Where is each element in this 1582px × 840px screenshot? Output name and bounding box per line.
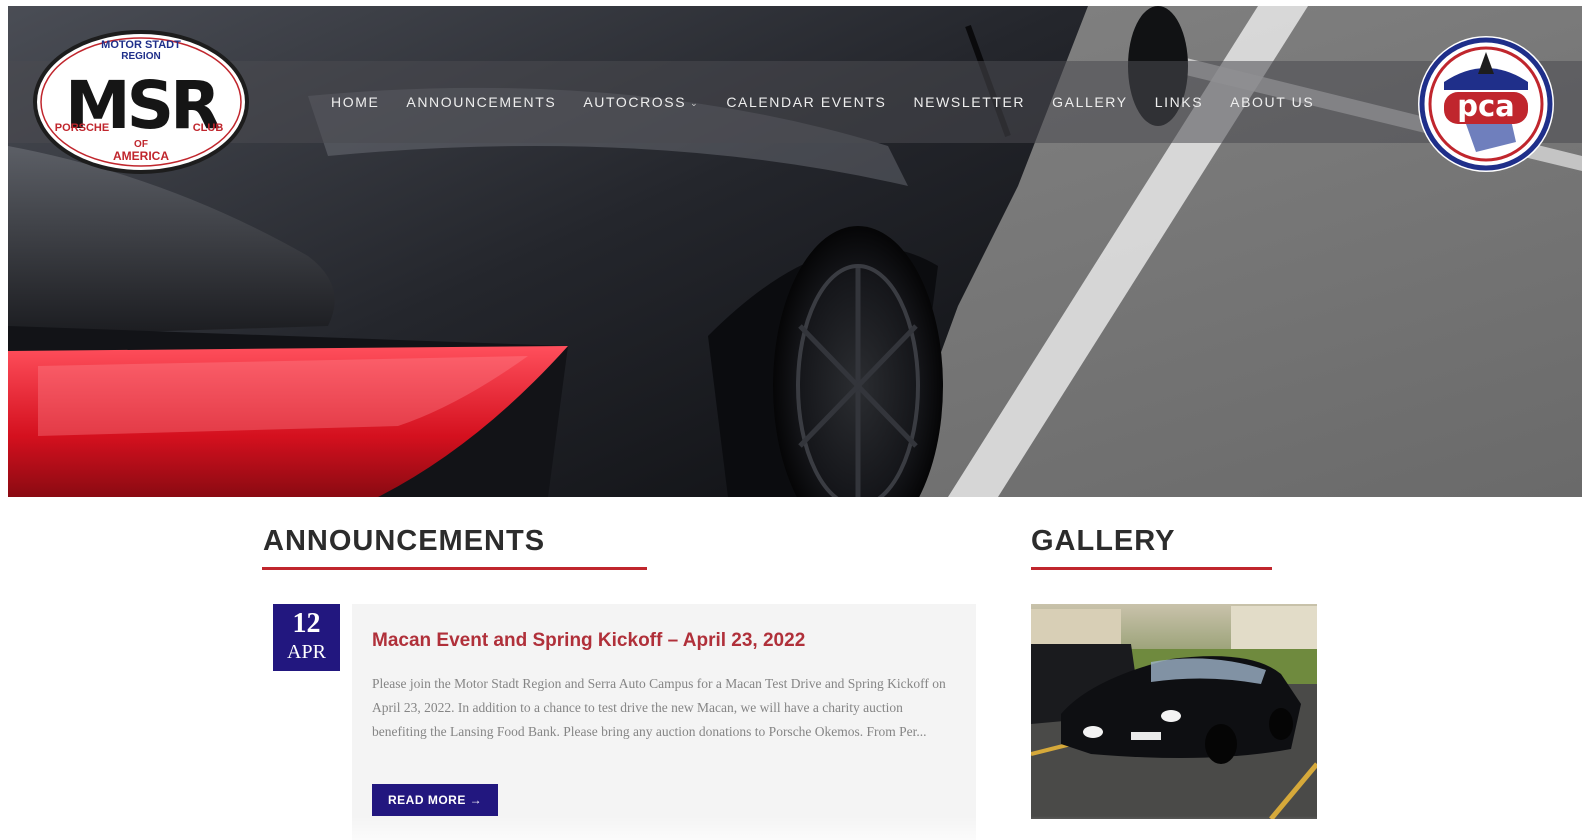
nav-item-announcements[interactable]: ANNOUNCEMENTS	[406, 94, 556, 110]
post-date-day: 12	[292, 608, 321, 639]
hero-banner: HOME ANNOUNCEMENTS AUTOCROSS ⌄ CALENDAR E…	[8, 6, 1582, 497]
nav-item-autocross[interactable]: AUTOCROSS ⌄	[583, 94, 699, 110]
gallery-heading: GALLERY	[1031, 525, 1176, 557]
msr-logo[interactable]: MOTOR STADT REGION MSR PORSCHE CLUB OF A…	[30, 28, 252, 176]
msr-logo-top-text: MOTOR STADT	[101, 39, 181, 51]
msr-logo-region-text: REGION	[121, 51, 160, 62]
gallery-car-photo	[1031, 604, 1317, 819]
nav-item-gallery[interactable]: GALLERY	[1052, 94, 1128, 110]
read-more-button[interactable]: READ MORE →	[372, 784, 499, 816]
pca-logo-text: pca	[1457, 89, 1515, 123]
post-excerpt: Please join the Motor Stadt Region and S…	[372, 676, 946, 739]
msr-logo-porsche-text: PORSCHE	[55, 122, 109, 134]
nav-item-about-us[interactable]: ABOUT US	[1230, 94, 1314, 110]
pca-logo[interactable]: pca	[1416, 34, 1556, 174]
post-date-month: APR	[287, 641, 326, 663]
msr-logo-america-text: AMERICA	[113, 149, 169, 163]
main-nav: HOME ANNOUNCEMENTS AUTOCROSS ⌄ CALENDAR E…	[331, 61, 1314, 143]
nav-item-autocross-label: AUTOCROSS	[583, 94, 687, 110]
announcement-card: Macan Event and Spring Kickoff – April 2…	[352, 604, 976, 840]
nav-item-home[interactable]: HOME	[331, 94, 379, 110]
nav-item-calendar-events[interactable]: CALENDAR EVENTS	[726, 94, 886, 110]
nav-item-links[interactable]: LINKS	[1155, 94, 1203, 110]
post-date-badge: 12 APR	[273, 604, 340, 671]
gallery-thumbnail[interactable]	[1031, 604, 1317, 819]
announcements-heading-rule	[262, 567, 647, 570]
gallery-heading-rule	[1031, 567, 1272, 570]
post-title-link[interactable]: Macan Event and Spring Kickoff – April 2…	[372, 630, 805, 652]
chevron-down-icon: ⌄	[690, 97, 700, 108]
msr-logo-club-text: CLUB	[193, 122, 224, 134]
announcements-heading: ANNOUNCEMENTS	[263, 525, 546, 557]
nav-item-newsletter[interactable]: NEWSLETTER	[913, 94, 1025, 110]
